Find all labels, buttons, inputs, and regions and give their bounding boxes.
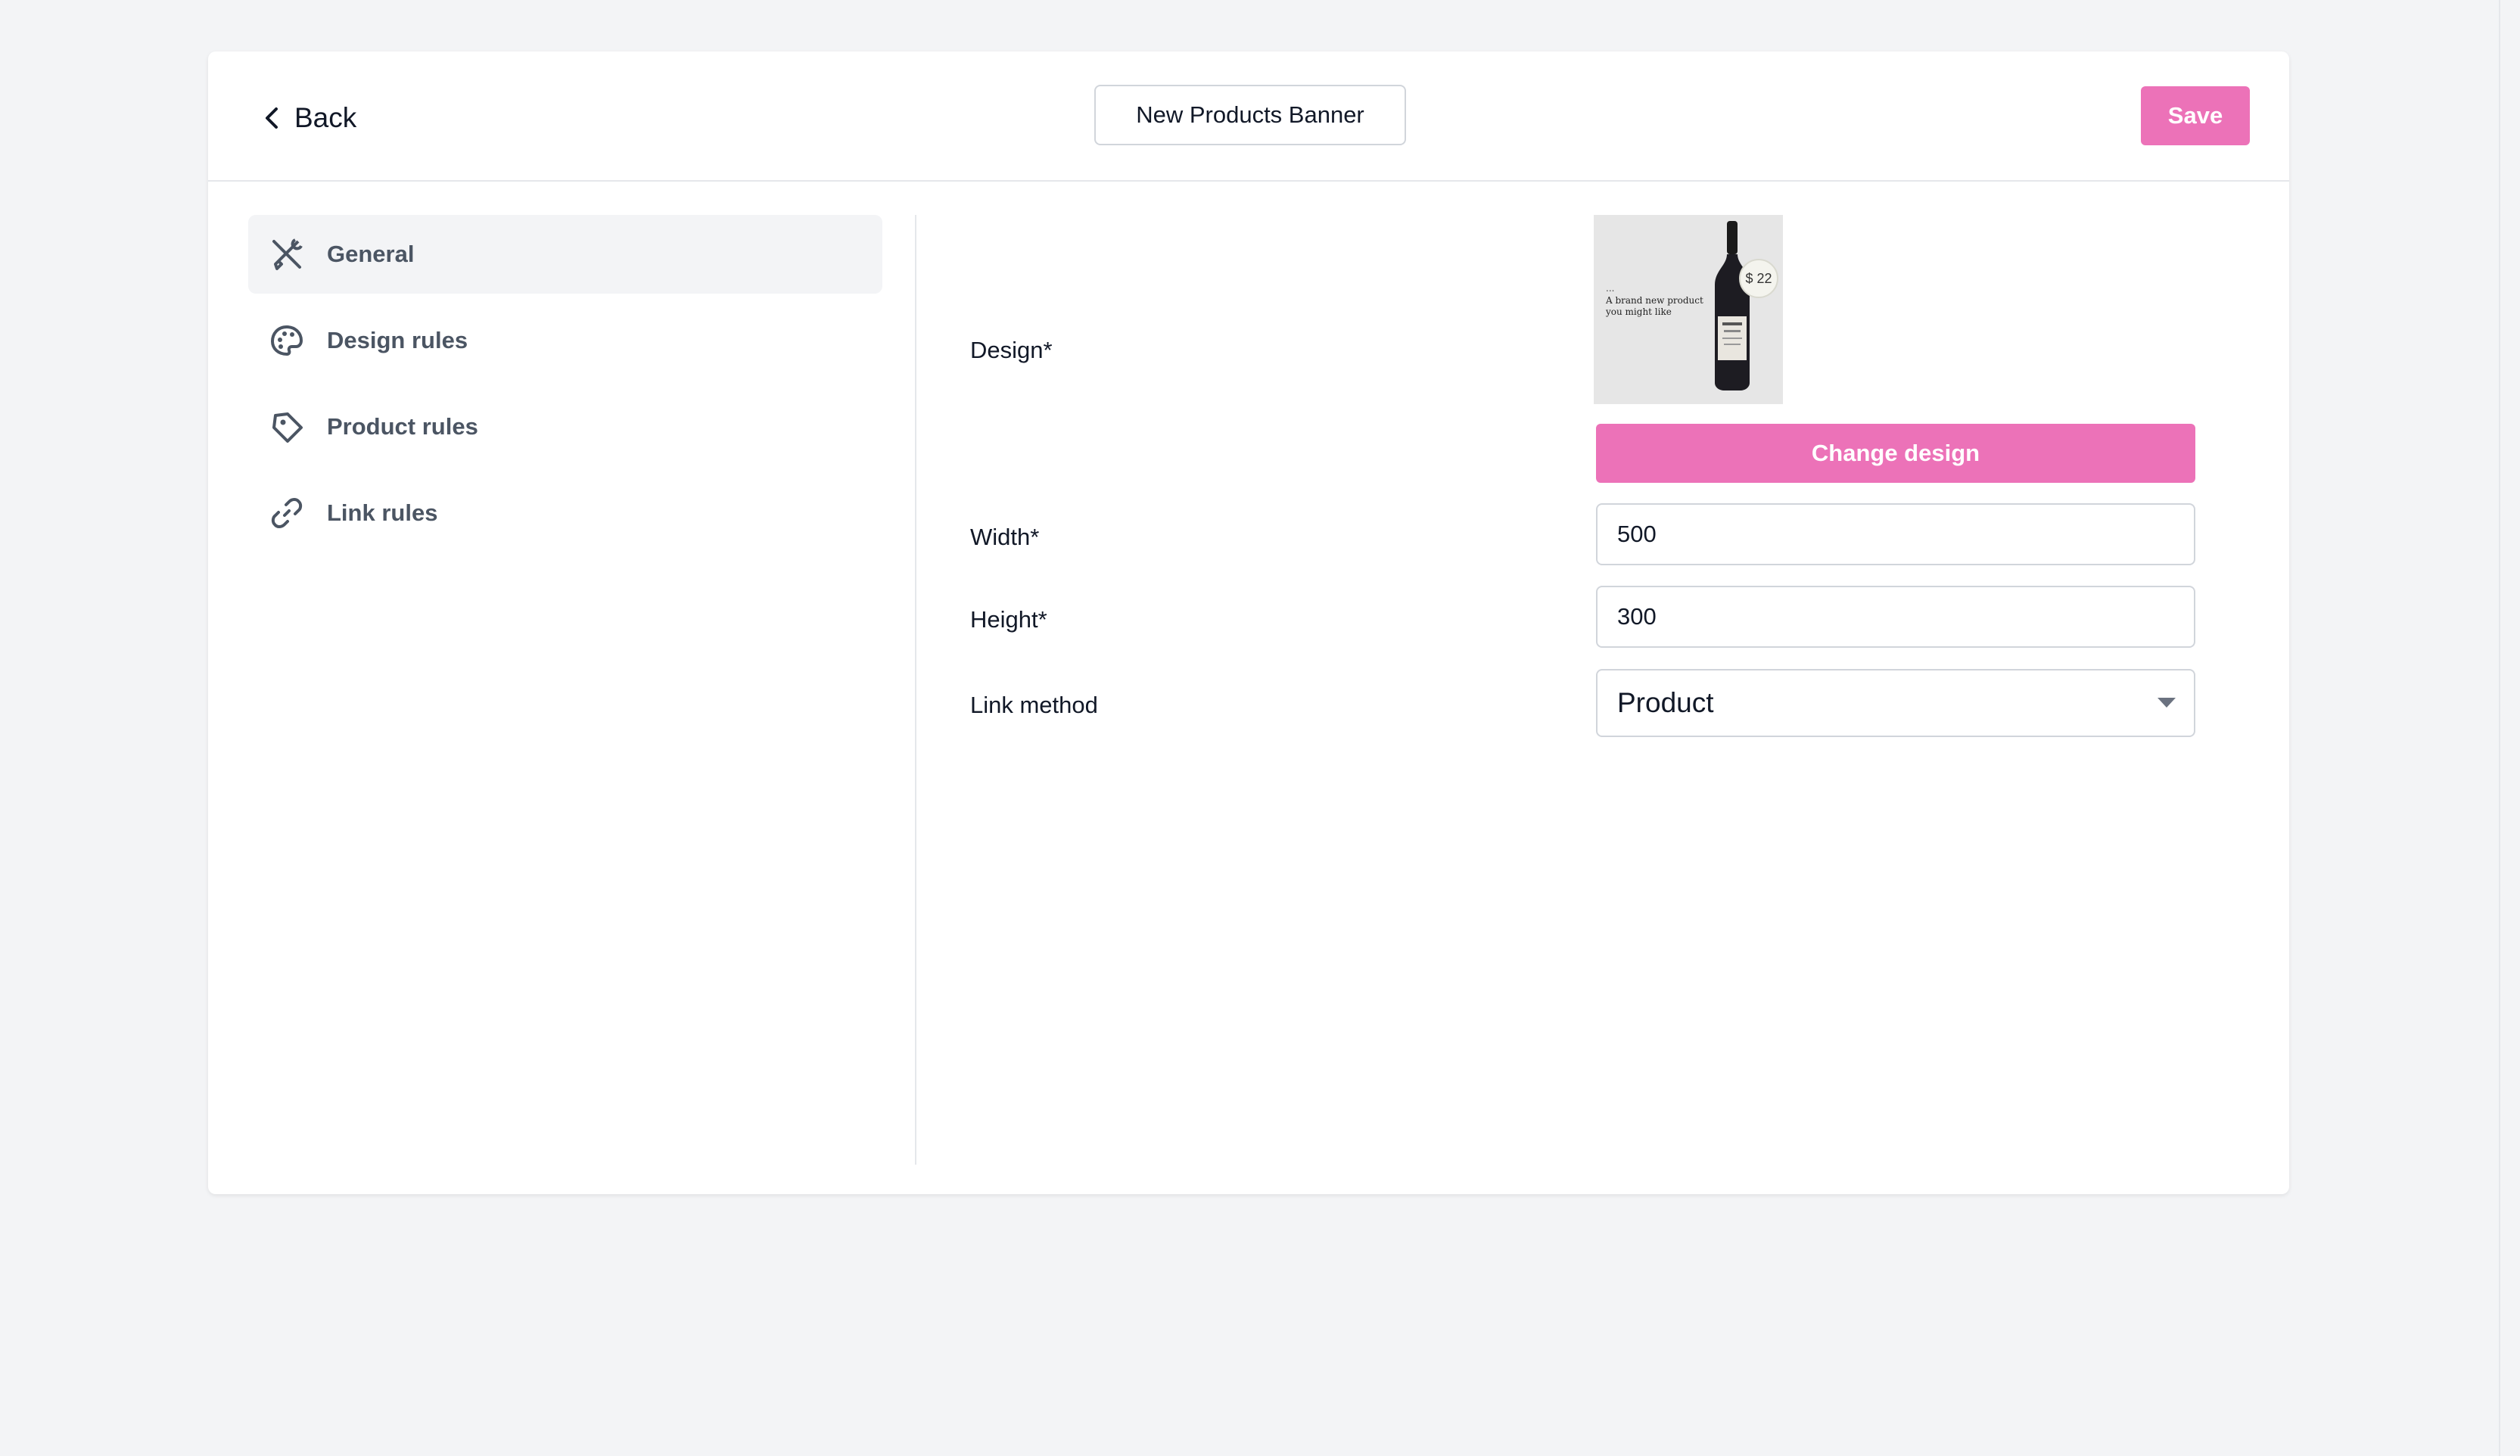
tag-icon [272,412,303,443]
sidebar-item-link-rules[interactable]: Link rules [248,474,882,552]
tools-icon [272,238,303,270]
sidebar-item-product-rules[interactable]: Product rules [248,387,882,466]
chevron-down-icon [2158,698,2176,708]
back-label: Back [294,102,357,133]
link-method-value: Product [1617,687,1714,718]
price-badge: $ 22 [1739,259,1778,298]
design-label: Design* [970,337,1053,363]
sidebar-item-label: Link rules [327,499,438,526]
sidebar: General Design rules Product rules Link … [248,215,882,560]
sidebar-item-label: Product rules [327,413,478,440]
palette-icon [271,325,303,356]
panel-divider [915,215,916,1165]
back-button[interactable]: Back [260,95,356,141]
editor-card: Back New Products Banner Save General De… [208,51,2289,1194]
link-method-label: Link method [970,692,1098,718]
banner-title[interactable]: New Products Banner [1094,85,1406,145]
sidebar-item-general[interactable]: General [248,215,882,294]
wine-bottle-image [1715,221,1750,390]
save-button[interactable]: Save [2141,86,2250,145]
height-input[interactable]: 300 [1596,586,2195,648]
design-preview[interactable]: ... A brand new product you might like $… [1594,215,1783,404]
sidebar-item-design-rules[interactable]: Design rules [248,301,882,380]
page-scrollbar-edge [2499,0,2500,1456]
chevron-left-icon [266,107,278,129]
sidebar-item-label: Design rules [327,327,468,353]
change-design-button[interactable]: Change design [1596,424,2195,483]
link-method-select[interactable]: Product [1596,669,2195,737]
sidebar-item-label: General [327,241,415,267]
width-input[interactable]: 500 [1596,503,2195,565]
width-label: Width* [970,524,1040,550]
link-icon [271,498,303,528]
top-bar: Back New Products Banner Save [208,51,2289,182]
height-label: Height* [970,606,1047,633]
